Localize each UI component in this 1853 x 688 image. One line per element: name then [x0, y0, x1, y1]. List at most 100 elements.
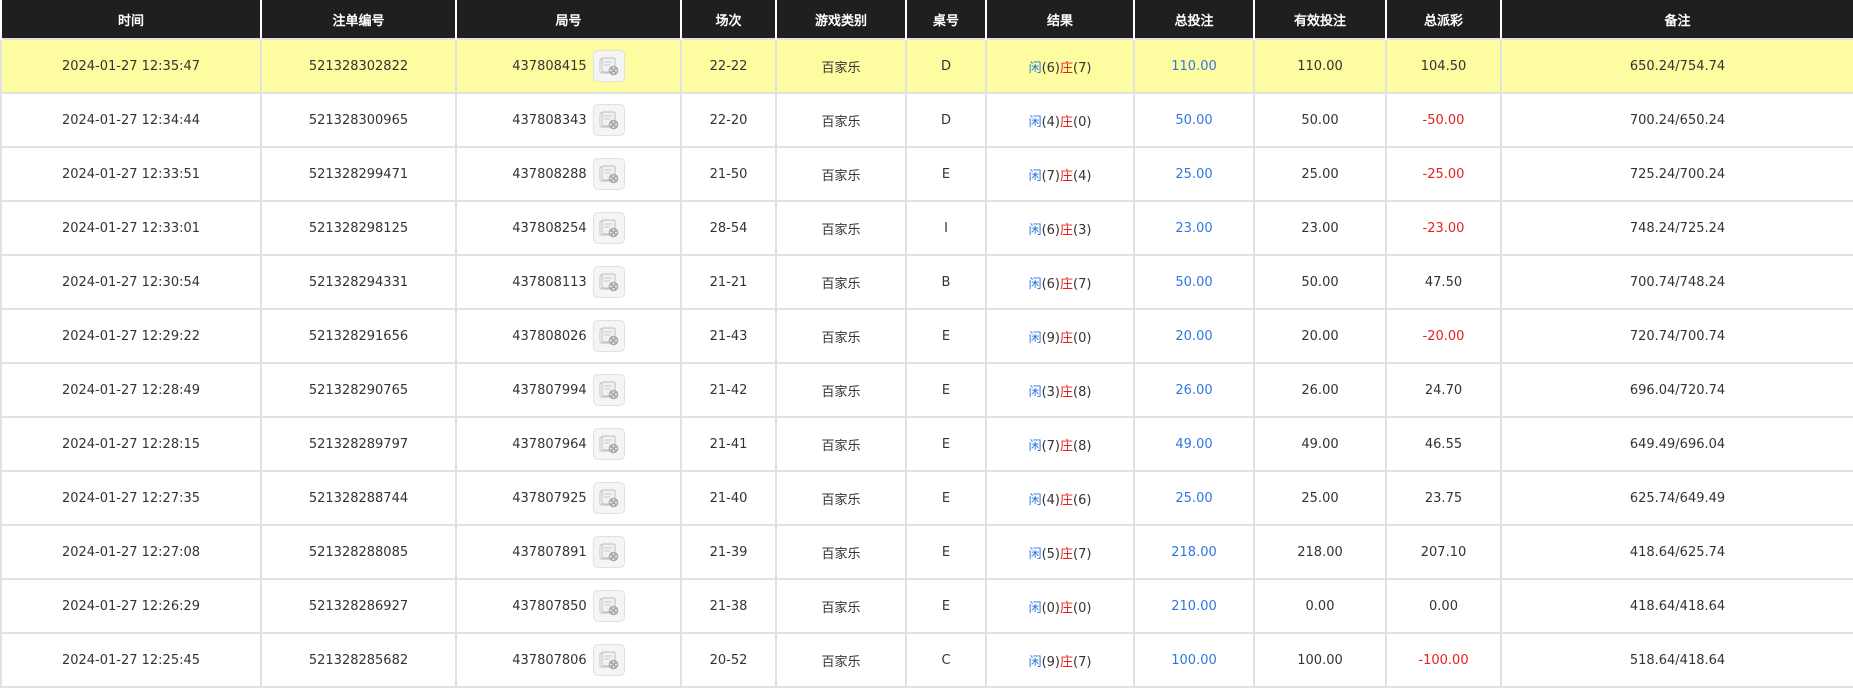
cell-total-bet: 23.00 — [1133, 200, 1255, 256]
result-banker-score: (7) — [1073, 654, 1092, 670]
game-replay-icon[interactable] — [592, 590, 625, 622]
header-game-type: 游戏类别 — [775, 0, 907, 39]
game-replay-icon[interactable] — [592, 482, 625, 514]
cell-session: 21-21 — [680, 254, 777, 310]
game-replay-icon[interactable] — [592, 320, 625, 352]
cell-table-no: E — [905, 470, 987, 526]
table-row[interactable]: 2024-01-27 12:26:29 521328286927 4378078… — [0, 578, 1853, 634]
cell-session: 21-41 — [680, 416, 777, 472]
table-row[interactable]: 2024-01-27 12:28:15 521328289797 4378079… — [0, 416, 1853, 472]
table-row[interactable]: 2024-01-27 12:33:51 521328299471 4378082… — [0, 146, 1853, 202]
cell-total-bet: 25.00 — [1133, 470, 1255, 526]
result-banker-label: 庄 — [1060, 60, 1074, 76]
round-id-text: 437807925 — [512, 490, 587, 506]
result-banker-label: 庄 — [1060, 114, 1074, 130]
cell-round-id: 437808415 — [455, 38, 682, 94]
cell-round-id: 437807994 — [455, 362, 682, 418]
round-id-text: 437808026 — [512, 328, 587, 344]
cell-valid-bet: 49.00 — [1253, 416, 1387, 472]
cell-remark: 748.24/725.24 — [1500, 200, 1853, 256]
table-row[interactable]: 2024-01-27 12:27:08 521328288085 4378078… — [0, 524, 1853, 580]
cell-time: 2024-01-27 12:27:35 — [0, 470, 262, 526]
cell-payout: 0.00 — [1385, 578, 1502, 634]
game-replay-icon[interactable] — [592, 50, 625, 82]
game-replay-icon[interactable] — [592, 158, 625, 190]
cell-session: 21-40 — [680, 470, 777, 526]
game-replay-icon[interactable] — [592, 104, 625, 136]
header-result: 结果 — [985, 0, 1135, 39]
cell-total-bet: 20.00 — [1133, 308, 1255, 364]
result-player-score: (7) — [1041, 438, 1060, 454]
table-row[interactable]: 2024-01-27 12:34:44 521328300965 4378083… — [0, 92, 1853, 148]
table-row[interactable]: 2024-01-27 12:30:54 521328294331 4378081… — [0, 254, 1853, 310]
cell-result: 闲(7)庄(8) — [985, 416, 1135, 472]
cell-game-type: 百家乐 — [775, 38, 907, 94]
game-replay-icon[interactable] — [592, 374, 625, 406]
result-banker-score: (8) — [1073, 384, 1092, 400]
cell-valid-bet: 23.00 — [1253, 200, 1387, 256]
header-session: 场次 — [680, 0, 777, 39]
cell-total-bet: 50.00 — [1133, 92, 1255, 148]
game-replay-icon[interactable] — [592, 212, 625, 244]
cell-time: 2024-01-27 12:27:08 — [0, 524, 262, 580]
round-id-text: 437807994 — [512, 382, 587, 398]
cell-session: 21-43 — [680, 308, 777, 364]
game-replay-icon[interactable] — [592, 428, 625, 460]
table-row[interactable]: 2024-01-27 12:35:47 521328302822 4378084… — [0, 38, 1853, 94]
result-player-label: 闲 — [1028, 438, 1042, 454]
game-replay-icon[interactable] — [592, 644, 625, 676]
result-player-label: 闲 — [1028, 222, 1042, 238]
result-player-label: 闲 — [1028, 168, 1042, 184]
header-round-id: 局号 — [455, 0, 682, 39]
cell-valid-bet: 110.00 — [1253, 38, 1387, 94]
cell-payout: 104.50 — [1385, 38, 1502, 94]
cell-total-bet: 25.00 — [1133, 146, 1255, 202]
game-replay-icon[interactable] — [592, 536, 625, 568]
cell-round-id: 437808026 — [455, 308, 682, 364]
round-id-text: 437807964 — [512, 436, 587, 452]
cell-order-id: 521328288744 — [260, 470, 457, 526]
cell-round-id: 437808343 — [455, 92, 682, 148]
cell-game-type: 百家乐 — [775, 578, 907, 634]
game-replay-icon[interactable] — [592, 266, 625, 298]
cell-payout: 47.50 — [1385, 254, 1502, 310]
cell-result: 闲(4)庄(6) — [985, 470, 1135, 526]
cell-valid-bet: 0.00 — [1253, 578, 1387, 634]
table-row[interactable]: 2024-01-27 12:25:45 521328285682 4378078… — [0, 632, 1853, 688]
table-row[interactable]: 2024-01-27 12:33:01 521328298125 4378082… — [0, 200, 1853, 256]
cell-payout: -50.00 — [1385, 92, 1502, 148]
cell-time: 2024-01-27 12:28:15 — [0, 416, 262, 472]
result-banker-score: (0) — [1073, 114, 1092, 130]
result-player-score: (3) — [1041, 384, 1060, 400]
table-row[interactable]: 2024-01-27 12:27:35 521328288744 4378079… — [0, 470, 1853, 526]
cell-valid-bet: 100.00 — [1253, 632, 1387, 688]
cell-order-id: 521328300965 — [260, 92, 457, 148]
cell-time: 2024-01-27 12:34:44 — [0, 92, 262, 148]
round-id-text: 437807806 — [512, 652, 587, 668]
result-banker-score: (4) — [1073, 168, 1092, 184]
cell-table-no: B — [905, 254, 987, 310]
cell-payout: 46.55 — [1385, 416, 1502, 472]
round-id-text: 437808415 — [512, 58, 587, 74]
cell-remark: 696.04/720.74 — [1500, 362, 1853, 418]
cell-table-no: E — [905, 524, 987, 580]
cell-payout: 207.10 — [1385, 524, 1502, 580]
cell-session: 21-50 — [680, 146, 777, 202]
table-row[interactable]: 2024-01-27 12:28:49 521328290765 4378079… — [0, 362, 1853, 418]
cell-game-type: 百家乐 — [775, 416, 907, 472]
cell-order-id: 521328302822 — [260, 38, 457, 94]
cell-order-id: 521328291656 — [260, 308, 457, 364]
cell-total-bet: 110.00 — [1133, 38, 1255, 94]
cell-time: 2024-01-27 12:29:22 — [0, 308, 262, 364]
header-time: 时间 — [0, 0, 262, 39]
cell-result: 闲(9)庄(0) — [985, 308, 1135, 364]
cell-game-type: 百家乐 — [775, 470, 907, 526]
result-banker-label: 庄 — [1060, 384, 1074, 400]
table-row[interactable]: 2024-01-27 12:29:22 521328291656 4378080… — [0, 308, 1853, 364]
result-player-label: 闲 — [1028, 546, 1042, 562]
table-header-row: 时间 注单编号 局号 场次 游戏类别 桌号 结果 总投注 有效投注 总派彩 备注 — [0, 0, 1853, 39]
result-player-score: (5) — [1041, 546, 1060, 562]
cell-game-type: 百家乐 — [775, 254, 907, 310]
cell-time: 2024-01-27 12:33:51 — [0, 146, 262, 202]
result-banker-score: (7) — [1073, 276, 1092, 292]
